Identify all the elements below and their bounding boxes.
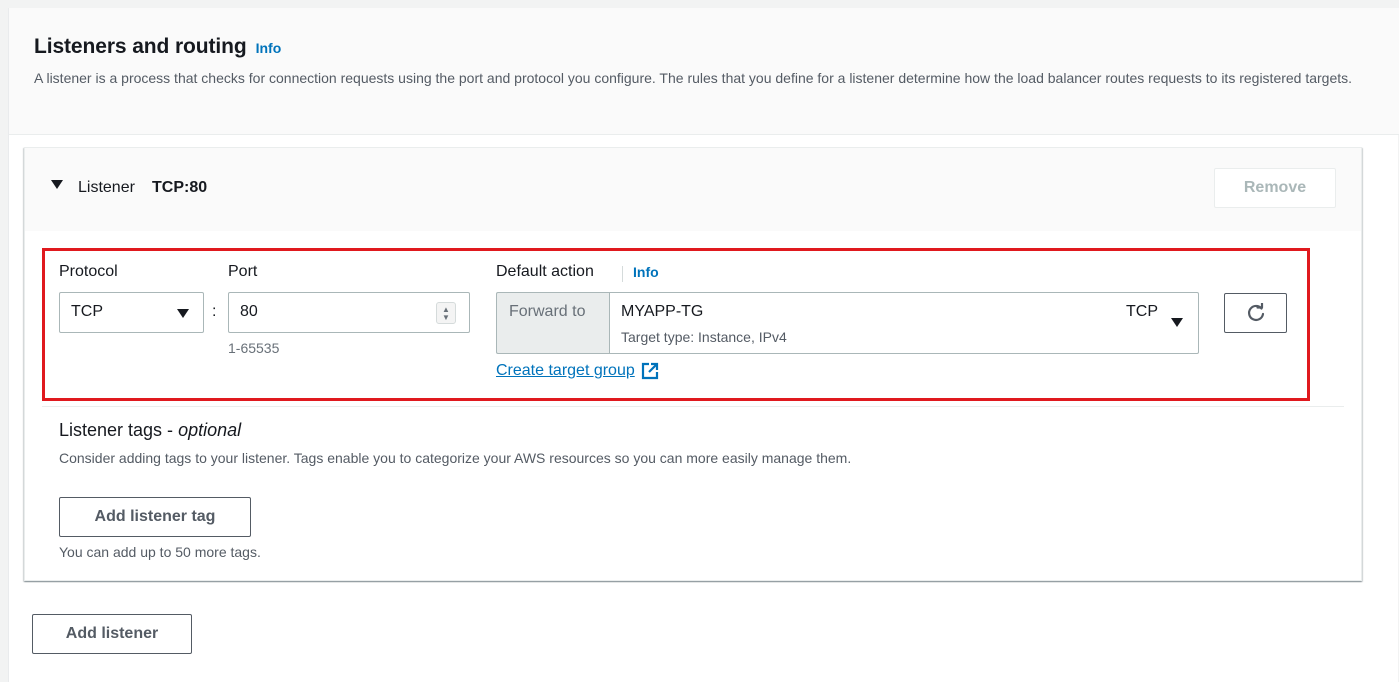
protocol-label: Protocol	[59, 263, 118, 280]
target-group-select[interactable]: MYAPP-TG Target type: Instance, IPv4 TCP	[609, 292, 1199, 354]
section-divider	[42, 406, 1344, 407]
page-title: Listeners and routing	[34, 35, 247, 58]
listener-tags-title-text: Listener tags -	[59, 420, 179, 440]
dropdown-arrow-icon	[177, 309, 189, 318]
refresh-icon	[1247, 303, 1265, 321]
port-input[interactable]: 80	[228, 292, 470, 333]
panel-header: Listeners and routing Info A listener is…	[9, 8, 1399, 135]
label-divider	[622, 266, 623, 282]
port-hint: 1-65535	[228, 340, 280, 356]
refresh-button[interactable]	[1224, 293, 1287, 333]
port-value: 80	[240, 303, 258, 320]
external-link-icon	[641, 362, 658, 380]
listener-tags-title: Listener tags - optional	[59, 420, 241, 441]
listener-name: TCP:80	[152, 179, 208, 196]
create-target-group-text: Create target group	[496, 362, 635, 379]
title-row: Listeners and routing Info	[34, 35, 281, 59]
add-listener-tag-button[interactable]: Add listener tag	[59, 497, 251, 537]
port-label: Port	[228, 263, 258, 280]
optional-label: optional	[178, 420, 242, 440]
default-action-info-link[interactable]: Info	[633, 264, 659, 280]
add-listener-button[interactable]: Add listener	[32, 614, 192, 654]
protocol-select[interactable]: TCP	[59, 292, 204, 333]
listener-label: Listener	[78, 179, 135, 196]
listener-card-header[interactable]: Listener TCP:80 Remove	[25, 148, 1361, 231]
section-description: A listener is a process that checks for …	[34, 70, 1353, 86]
listener-tags-description: Consider adding tags to your listener. T…	[59, 450, 852, 466]
target-group-name: MYAPP-TG	[621, 303, 704, 320]
forward-to-addon: Forward to	[496, 292, 610, 354]
protocol-value: TCP	[71, 303, 103, 320]
target-group-type: Target type: Instance, IPv4	[621, 329, 787, 345]
remove-button[interactable]: Remove	[1214, 168, 1336, 208]
target-group-protocol: TCP	[1126, 303, 1158, 320]
caret-down-icon[interactable]	[51, 180, 63, 189]
info-link[interactable]: Info	[256, 40, 282, 56]
spinner-icon[interactable]: ▲ ▼	[436, 302, 456, 324]
default-action-label: Default action	[496, 263, 594, 280]
tags-limit-hint: You can add up to 50 more tags.	[59, 544, 261, 560]
protocol-port-separator: :	[212, 303, 217, 320]
dropdown-arrow-icon	[1171, 318, 1183, 327]
create-target-group-link[interactable]: Create target group	[496, 362, 659, 380]
